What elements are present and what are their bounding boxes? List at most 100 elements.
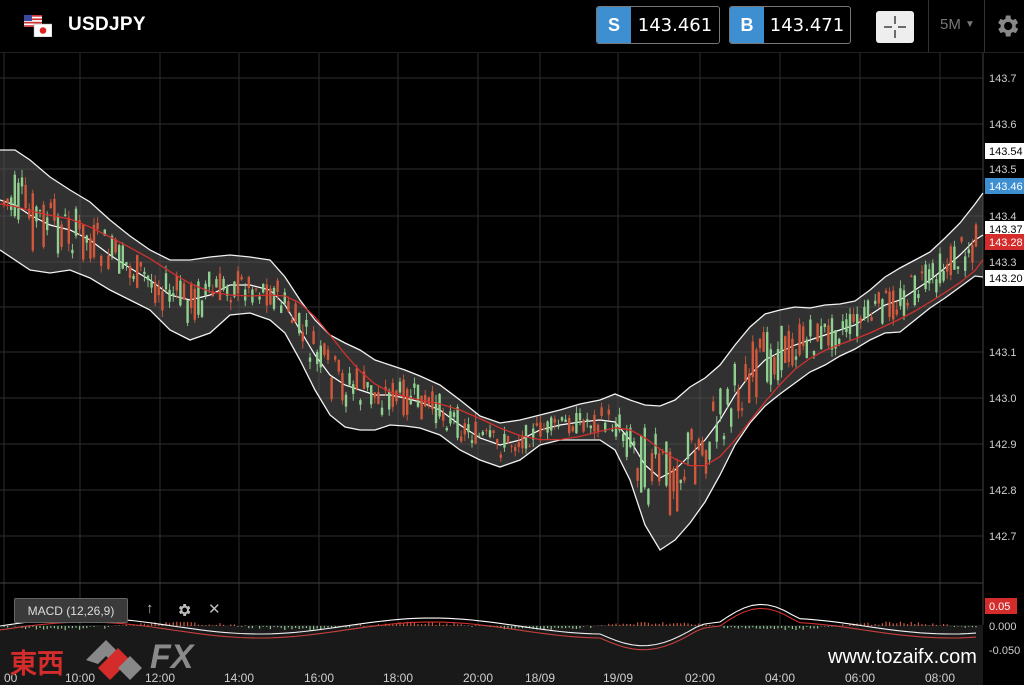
- candle-body: [190, 283, 193, 308]
- candle-body: [953, 246, 956, 270]
- price-chart[interactable]: 143.7143.6143.5143.4143.3143.1143.0142.9…: [0, 0, 1024, 685]
- candle-body: [370, 385, 373, 405]
- candle-body: [683, 476, 686, 481]
- candle-body: [402, 379, 405, 416]
- logo-chevron-icon: [86, 640, 142, 680]
- candle-body: [143, 271, 146, 275]
- candle-body: [298, 313, 301, 334]
- candle-body: [758, 338, 762, 349]
- candle-body: [330, 377, 333, 400]
- macd-badge-label: 0.05: [989, 601, 1010, 613]
- candle-body: [470, 440, 474, 443]
- crosshair-icon: [884, 16, 906, 38]
- candle-body: [215, 279, 218, 288]
- candle-body: [341, 373, 344, 401]
- candle-body: [344, 394, 348, 407]
- candle-body: [956, 266, 960, 269]
- candle-body: [467, 424, 470, 433]
- candle-body: [769, 349, 772, 385]
- candle-body: [964, 256, 967, 271]
- candle-body: [276, 280, 279, 293]
- candle-body: [895, 309, 898, 315]
- candle-body: [517, 442, 520, 447]
- candle-body: [312, 331, 315, 345]
- price-tick-label: 143.5: [989, 164, 1017, 176]
- buy-button[interactable]: B 143.471: [729, 6, 851, 44]
- candle-body: [874, 300, 877, 304]
- candle-body: [337, 360, 340, 372]
- candle-body: [712, 401, 715, 411]
- candle-body: [596, 424, 600, 432]
- candle-body: [168, 289, 171, 302]
- candle-body: [856, 314, 859, 337]
- candle-body: [416, 384, 420, 407]
- candle-body: [240, 276, 243, 280]
- candle-body: [222, 278, 225, 290]
- candle-body: [514, 446, 517, 452]
- candle-body: [208, 271, 211, 287]
- candle-body: [542, 428, 546, 430]
- logo-fx: FX: [150, 638, 194, 676]
- candle-body: [575, 413, 578, 434]
- indicator-settings-icon[interactable]: [176, 602, 192, 618]
- candle-body: [942, 270, 945, 281]
- price-tick-label: 143.3: [989, 257, 1017, 269]
- toolbar-divider: [928, 0, 929, 52]
- candle-body: [928, 269, 931, 284]
- candle-body: [290, 319, 294, 323]
- candle-body: [258, 296, 261, 300]
- candle-body: [910, 275, 913, 278]
- candle-body: [924, 264, 927, 290]
- price-tick-label: 143.1: [989, 347, 1017, 359]
- candle-body: [866, 300, 870, 316]
- candle-body: [150, 281, 153, 288]
- candle-body: [474, 421, 477, 444]
- candle-body: [348, 373, 351, 385]
- candle-body: [521, 436, 524, 449]
- sell-button[interactable]: S 143.461: [596, 6, 720, 44]
- candle-body: [377, 391, 380, 404]
- price-tick-label: 143.0: [989, 393, 1017, 405]
- candle-body: [280, 305, 283, 313]
- settings-gear-icon[interactable]: [993, 12, 1021, 40]
- candle-body: [586, 419, 589, 422]
- candle-body: [571, 426, 574, 432]
- candle-body: [139, 261, 142, 267]
- move-up-icon[interactable]: ↑: [146, 600, 154, 617]
- candle-body: [852, 314, 855, 322]
- candle-body: [452, 412, 456, 417]
- close-indicator-icon[interactable]: ✕: [208, 600, 221, 618]
- candle-body: [107, 255, 110, 269]
- candle-body: [838, 338, 841, 345]
- candle-body: [262, 283, 265, 293]
- crosshair-button[interactable]: [876, 11, 914, 43]
- time-tick-label: 08:00: [925, 671, 955, 685]
- candle-body: [406, 389, 409, 415]
- candle-body: [740, 408, 744, 411]
- macd-indicator-label[interactable]: MACD (12,26,9): [14, 598, 128, 623]
- candle-body: [182, 283, 186, 300]
- candle-body: [24, 184, 27, 209]
- candle-body: [438, 394, 441, 417]
- candle-body: [247, 276, 250, 289]
- candle-body: [719, 388, 722, 415]
- timeframe-dropdown[interactable]: 5M ▼: [940, 16, 975, 33]
- candle-body: [96, 222, 99, 230]
- candle-body: [269, 288, 272, 305]
- candle-body: [881, 299, 884, 324]
- candle-body: [164, 273, 168, 290]
- candle-body: [636, 467, 639, 481]
- candle-body: [553, 418, 556, 423]
- candle-body: [625, 431, 628, 457]
- candle-body: [420, 395, 423, 420]
- price-badge-label: 143.20: [989, 273, 1023, 285]
- candle-body: [71, 249, 74, 254]
- candle-body: [863, 307, 866, 319]
- candle-body: [658, 453, 661, 482]
- candle-body: [100, 255, 103, 266]
- candle-body: [690, 429, 693, 441]
- candle-body: [791, 338, 794, 366]
- candle-body: [884, 290, 888, 294]
- candle-body: [485, 430, 488, 432]
- macd-tick-label: -0.050: [989, 645, 1020, 657]
